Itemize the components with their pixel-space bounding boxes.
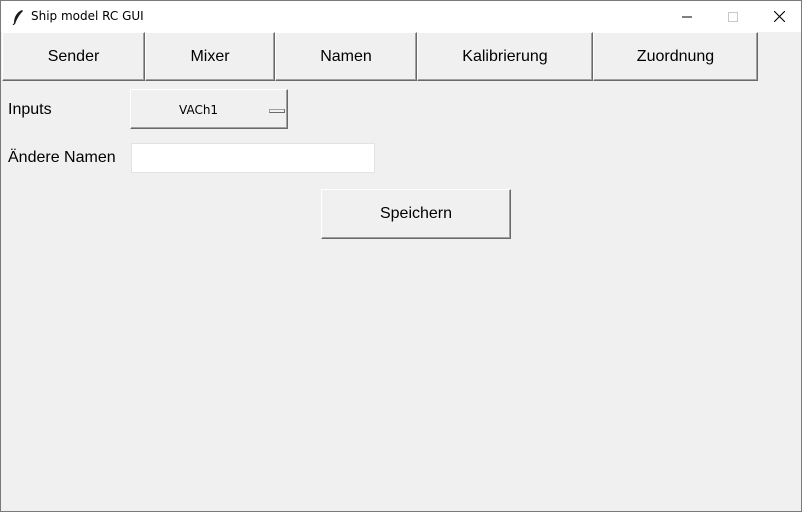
maximize-icon	[728, 11, 738, 22]
close-icon	[773, 11, 785, 22]
close-button[interactable]	[756, 1, 802, 32]
maximize-button[interactable]	[710, 1, 756, 32]
rename-input[interactable]	[131, 143, 375, 173]
tab-bar: Sender Mixer Namen Kalibrierung Zuordnun…	[1, 32, 801, 81]
tab-zuordnung[interactable]: Zuordnung	[593, 32, 758, 81]
rename-label: Ändere Namen	[8, 149, 116, 166]
inputs-dropdown[interactable]: VACh1	[130, 89, 288, 129]
app-window: Ship model RC GUI Sender Mixer Namen Kal…	[0, 0, 802, 512]
title-bar[interactable]: Ship model RC GUI	[1, 1, 801, 32]
minimize-button[interactable]	[664, 1, 710, 32]
save-button[interactable]: Speichern	[321, 189, 511, 239]
tab-mixer[interactable]: Mixer	[145, 32, 275, 81]
inputs-selected-value: VACh1	[179, 103, 219, 117]
tab-sender[interactable]: Sender	[2, 32, 145, 81]
tab-kalibrierung[interactable]: Kalibrierung	[417, 32, 593, 81]
window-title: Ship model RC GUI	[31, 9, 144, 23]
minimize-icon	[682, 16, 692, 17]
feather-icon	[12, 10, 23, 25]
tab-namen[interactable]: Namen	[275, 32, 417, 81]
inputs-label: Inputs	[8, 101, 52, 118]
dropdown-indicator-icon	[269, 109, 285, 113]
